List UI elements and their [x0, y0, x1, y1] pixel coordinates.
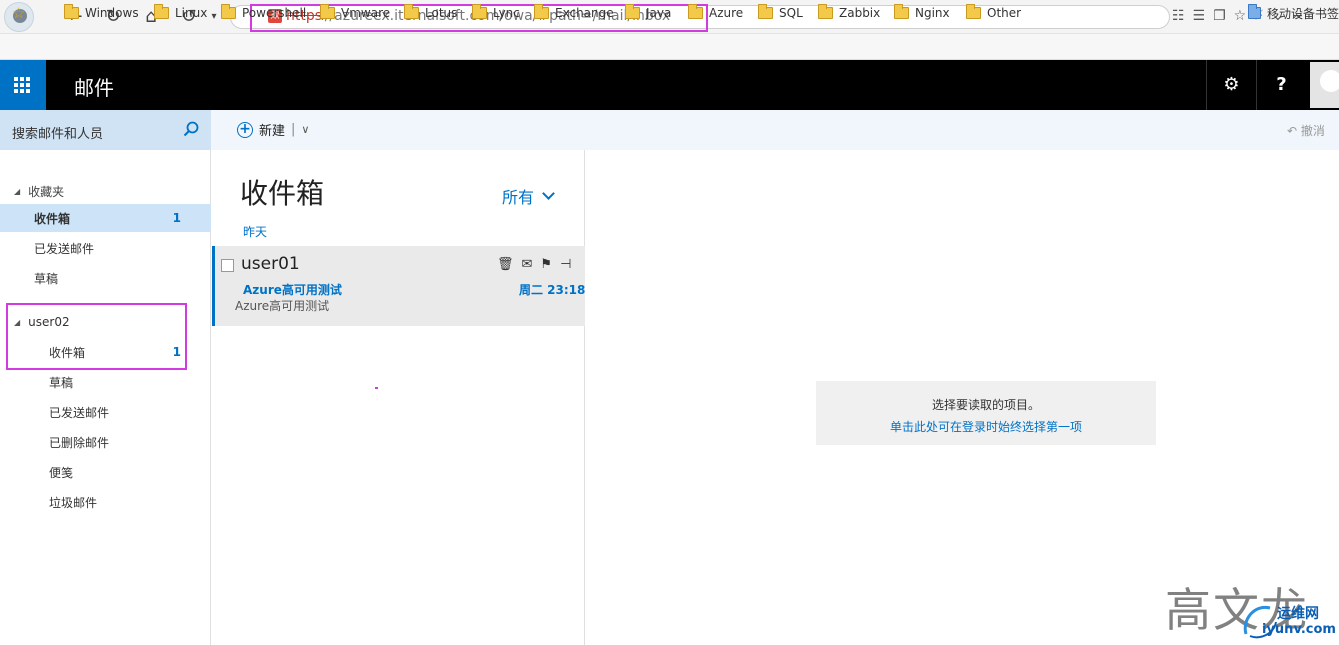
favorites-header[interactable]: ◢ 收藏夹 — [0, 177, 211, 205]
bookmark-folder[interactable]: Lotus — [404, 4, 457, 22]
plus-circle-icon: + — [237, 121, 253, 138]
folder-item-drafts[interactable]: 草稿 — [0, 368, 211, 396]
folder-item-drafts[interactable]: 草稿 — [0, 264, 211, 292]
bookmark-star-icon[interactable]: ☆ — [12, 4, 25, 22]
search-icon[interactable] — [183, 121, 199, 137]
folder-item-deleted[interactable]: 已删除邮件 — [0, 428, 211, 456]
folder-item-notes[interactable]: 便笺 — [0, 458, 211, 486]
folder-icon — [758, 4, 773, 19]
folder-icon — [534, 4, 549, 19]
bookmark-mobile[interactable]: 移动设备书签 — [1248, 4, 1339, 22]
date-group-header: 昨天 — [243, 225, 268, 239]
bookmark-folder[interactable]: Vmware — [320, 4, 390, 22]
folder-icon — [966, 4, 981, 19]
empty-reading-title: 选择要读取的项目。 — [931, 398, 1040, 412]
pin-icon[interactable]: ⊣ — [560, 257, 571, 272]
message-checkbox[interactable] — [221, 259, 234, 272]
mark-read-icon[interactable]: ✉ — [522, 257, 533, 272]
folder-item-inbox[interactable]: 收件箱 1 — [0, 204, 211, 232]
folder-item-junk[interactable]: 垃圾邮件 — [0, 488, 211, 516]
message-sender: user01 — [241, 254, 300, 274]
folder-icon — [894, 4, 909, 19]
flag-icon[interactable]: ⚑ — [540, 257, 552, 272]
folder-item-sent[interactable]: 已发送邮件 — [0, 234, 211, 262]
account-highlight-annotation — [6, 303, 187, 370]
bookmark-folder[interactable]: Powershell — [221, 4, 306, 22]
folder-icon — [154, 4, 169, 19]
bookmark-folder[interactable]: Azure — [688, 4, 743, 22]
bookmark-folder[interactable]: Java — [625, 4, 671, 22]
bookmark-folder[interactable]: Linux — [154, 4, 207, 22]
empty-reading-card — [816, 381, 1156, 445]
undo-icon: ↶ — [1287, 124, 1301, 138]
folder-icon — [1248, 4, 1261, 19]
folder-icon — [64, 4, 79, 19]
folder-icon — [625, 4, 640, 19]
bookmark-folder[interactable]: Lync — [472, 4, 520, 22]
bookmark-folder[interactable]: Other — [966, 4, 1021, 22]
folder-item-sent[interactable]: 已发送邮件 — [0, 398, 211, 426]
bookmark-folder[interactable]: Nginx — [894, 4, 950, 22]
folder-icon — [818, 4, 833, 19]
filter-dropdown[interactable]: 所有 — [502, 184, 555, 208]
folder-icon — [221, 4, 236, 19]
bookmark-folder[interactable]: SQL — [758, 4, 803, 22]
chevron-down-icon — [542, 187, 555, 200]
folder-icon — [688, 4, 703, 19]
bookmark-folder[interactable]: Zabbix — [818, 4, 880, 22]
message-actions: 🗑 ✉ ⚑ ⊣ — [497, 257, 579, 272]
new-mail-button[interactable]: + 新建 | ∨ — [237, 120, 309, 139]
bookmark-folder[interactable]: Exchange — [534, 4, 614, 22]
search-input-placeholder[interactable]: 搜索邮件和人员 — [12, 123, 103, 142]
message-time: 周二 23:18 — [519, 283, 586, 297]
bookmarks-bar — [0, 34, 1339, 60]
folder-icon — [472, 4, 487, 19]
message-list-title: 收件箱 — [240, 177, 325, 210]
folder-icon — [404, 4, 419, 19]
help-icon[interactable]: ? — [1256, 60, 1306, 110]
watermark-logo-cn: 运维网 — [1277, 606, 1319, 622]
message-preview: Azure高可用测试 — [235, 299, 330, 313]
chevron-down-icon[interactable]: ∨ — [301, 123, 309, 136]
app-header — [0, 60, 1339, 110]
collapse-triangle-icon[interactable]: ◢ — [14, 187, 20, 196]
unread-count: 1 — [172, 211, 181, 225]
folder-icon — [320, 4, 335, 19]
user-avatar[interactable] — [1310, 62, 1339, 108]
trash-icon[interactable]: 🗑 — [497, 257, 514, 272]
stray-mark — [375, 387, 378, 389]
message-subject: Azure高可用测试 — [243, 283, 342, 297]
settings-gear-icon[interactable]: ⚙ — [1206, 60, 1256, 110]
select-first-item-link[interactable]: 单击此处可在登录时始终选择第一项 — [816, 418, 1156, 435]
bookmark-folder[interactable]: Windows — [64, 4, 139, 22]
waffle-icon — [14, 77, 30, 93]
message-list — [212, 150, 585, 645]
command-bar — [211, 110, 1339, 150]
undo-button[interactable]: ↶ 撤消 — [1287, 122, 1325, 139]
watermark-logo-en: iyunv.com — [1262, 622, 1336, 637]
app-title: 邮件 — [74, 76, 114, 100]
app-launcher-button[interactable] — [0, 60, 46, 110]
